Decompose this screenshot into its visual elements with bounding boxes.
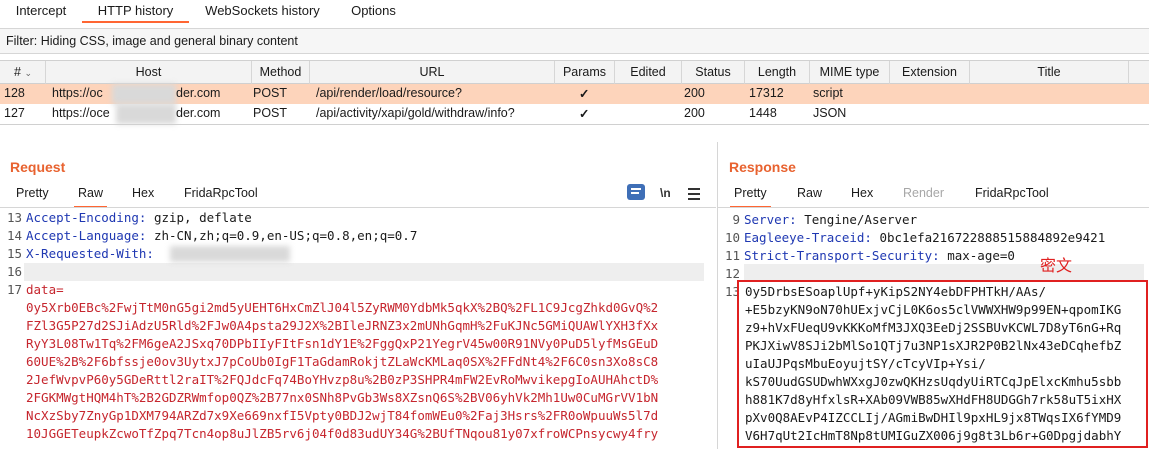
ciphertext-highlight-box	[737, 280, 1148, 448]
header-name: Server:	[744, 212, 797, 227]
response-tab-hex[interactable]: Hex	[851, 186, 873, 208]
header-value: zh-CN,zh;q=0.9,en-US;q=0.8,en;q=0.7	[146, 228, 418, 243]
row-number: 128	[4, 86, 25, 100]
header-value: gzip, deflate	[146, 210, 252, 225]
redaction-blur	[112, 84, 176, 104]
header-name: Accept-Encoding:	[26, 210, 147, 225]
table-bottom-border	[0, 124, 1149, 130]
request-tab-hex[interactable]: Hex	[132, 186, 154, 208]
row-number: 127	[4, 106, 25, 120]
body-line: 10JGGETeupkZcwoTfZpq7Tcn4op8uJlZB5rv6j04…	[26, 426, 659, 441]
line-number: 16	[6, 264, 22, 279]
row-length: 17312	[749, 86, 784, 100]
body-line: NcXzSby7ZnyGp1DXM794ARZd7x9Xe669nxfI5Vpt…	[26, 408, 659, 423]
menu-icon[interactable]	[688, 188, 700, 203]
body-line: 2JefWvpvP60y5GDeRttl2raIT%2FQJdcFq74BoYH…	[26, 372, 659, 387]
body-line: 60UE%2B%2F6bfssje0ov3UytxJ7pCoUb0IgF1TaG…	[26, 354, 659, 369]
newline-toggle-icon[interactable]: \n	[660, 186, 671, 200]
response-title: Response	[729, 159, 796, 175]
redaction-blur	[116, 104, 176, 124]
column-header-title[interactable]: Title	[970, 61, 1129, 84]
table-header: # ⌄ Host Method URL Params Edited Status…	[0, 60, 1149, 84]
row-length: 1448	[749, 106, 777, 120]
response-tab-fridarpctool[interactable]: FridaRpcTool	[975, 186, 1049, 208]
line-number: 9	[732, 212, 740, 227]
request-title: Request	[10, 159, 66, 175]
column-header-mime-type[interactable]: MIME type	[810, 61, 890, 84]
request-tab-raw[interactable]: Raw	[73, 186, 108, 208]
row-status: 200	[684, 106, 705, 120]
table-row[interactable]: 128 https://oc der.com POST /api/render/…	[0, 84, 1149, 104]
column-header-url[interactable]: URL	[310, 61, 555, 84]
row-status: 200	[684, 86, 705, 100]
row-mime-type: JSON	[813, 106, 847, 120]
header-value: Tengine/Aserver	[796, 212, 918, 227]
body-line: FZl3G5P27d2SJiAdzU5Rld%2FJw0A4psta29J2X%…	[26, 318, 659, 333]
column-header-status[interactable]: Status	[682, 61, 745, 84]
header-name: Accept-Language:	[26, 228, 147, 243]
column-header-params[interactable]: Params	[555, 61, 615, 84]
header-value: max-age=0	[939, 248, 1015, 263]
line-number: 15	[6, 246, 22, 261]
ciphertext-annotation: 密文	[1040, 256, 1073, 275]
line-number: 17	[6, 282, 22, 297]
column-header-extension[interactable]: Extension	[890, 61, 970, 84]
header-name: Eagleeye-Traceid:	[744, 230, 872, 245]
line-number: 11	[724, 248, 740, 263]
history-table: # ⌄ Host Method URL Params Edited Status…	[0, 60, 1149, 124]
response-tab-raw[interactable]: Raw	[797, 186, 822, 208]
response-tab-divider	[718, 207, 1149, 208]
params-check-icon: ✓	[579, 107, 590, 121]
chevron-down-icon: ⌄	[24, 68, 32, 78]
column-header-method[interactable]: Method	[252, 61, 310, 84]
row-host-suffix: der.com	[176, 86, 221, 100]
row-method: POST	[253, 106, 288, 120]
body-line: 0y5Xrb0EBc%2FwjTtM0nG5gi2md5yUEHT6HxCmZl…	[26, 300, 659, 315]
response-tab-pretty[interactable]: Pretty	[730, 186, 771, 208]
body-line: 2FGKMWgtHQM4hT%2B2GDZRWmfop0QZ%2B77nx0SN…	[26, 390, 659, 405]
row-host-prefix: https://oc	[52, 86, 103, 100]
line-number: 12	[724, 266, 740, 281]
redaction-blur	[170, 246, 290, 262]
request-tab-divider	[0, 207, 716, 208]
response-tab-render[interactable]: Render	[903, 186, 944, 208]
tab-websockets-history[interactable]: WebSockets history	[189, 0, 336, 23]
tab-http-history[interactable]: HTTP history	[82, 0, 189, 23]
current-line-highlight	[24, 263, 704, 281]
tab-options[interactable]: Options	[336, 0, 411, 23]
table-row[interactable]: 127 https://oce der.com POST /api/activi…	[0, 104, 1149, 124]
pretty-print-toggle-icon[interactable]	[627, 184, 645, 200]
request-tab-pretty[interactable]: Pretty	[16, 186, 49, 208]
row-url: /api/activity/xapi/gold/withdraw/info?	[316, 106, 515, 120]
request-tab-fridarpctool[interactable]: FridaRpcTool	[184, 186, 258, 208]
tab-intercept[interactable]: Intercept	[0, 0, 82, 23]
line-number: 10	[724, 230, 740, 245]
column-header-edited[interactable]: Edited	[615, 61, 682, 84]
row-mime-type: script	[813, 86, 843, 100]
filter-bar[interactable]: Filter: Hiding CSS, image and general bi…	[0, 28, 1149, 54]
top-tab-bar: Intercept HTTP history WebSockets histor…	[0, 0, 1149, 23]
row-method: POST	[253, 86, 288, 100]
line-number: 14	[6, 228, 22, 243]
row-url: /api/render/load/resource?	[316, 86, 462, 100]
header-name: Strict-Transport-Security:	[744, 248, 940, 263]
header-value: 0bc1efa216722888515884892e9421	[871, 230, 1106, 245]
row-host-prefix: https://oce	[52, 106, 110, 120]
column-header-host[interactable]: Host	[46, 61, 252, 84]
body-param-name: data=	[26, 282, 64, 297]
column-header-length[interactable]: Length	[745, 61, 810, 84]
body-line: RyY3L08Tw1Tq%2FM6geA2JSxq70DPbIIyFItFsn1…	[26, 336, 659, 351]
params-check-icon: ✓	[579, 87, 590, 101]
column-header-number[interactable]: # ⌄	[0, 61, 46, 84]
row-host-suffix: der.com	[176, 106, 221, 120]
line-number: 13	[6, 210, 22, 225]
header-name: X-Requested-With:	[26, 246, 154, 261]
